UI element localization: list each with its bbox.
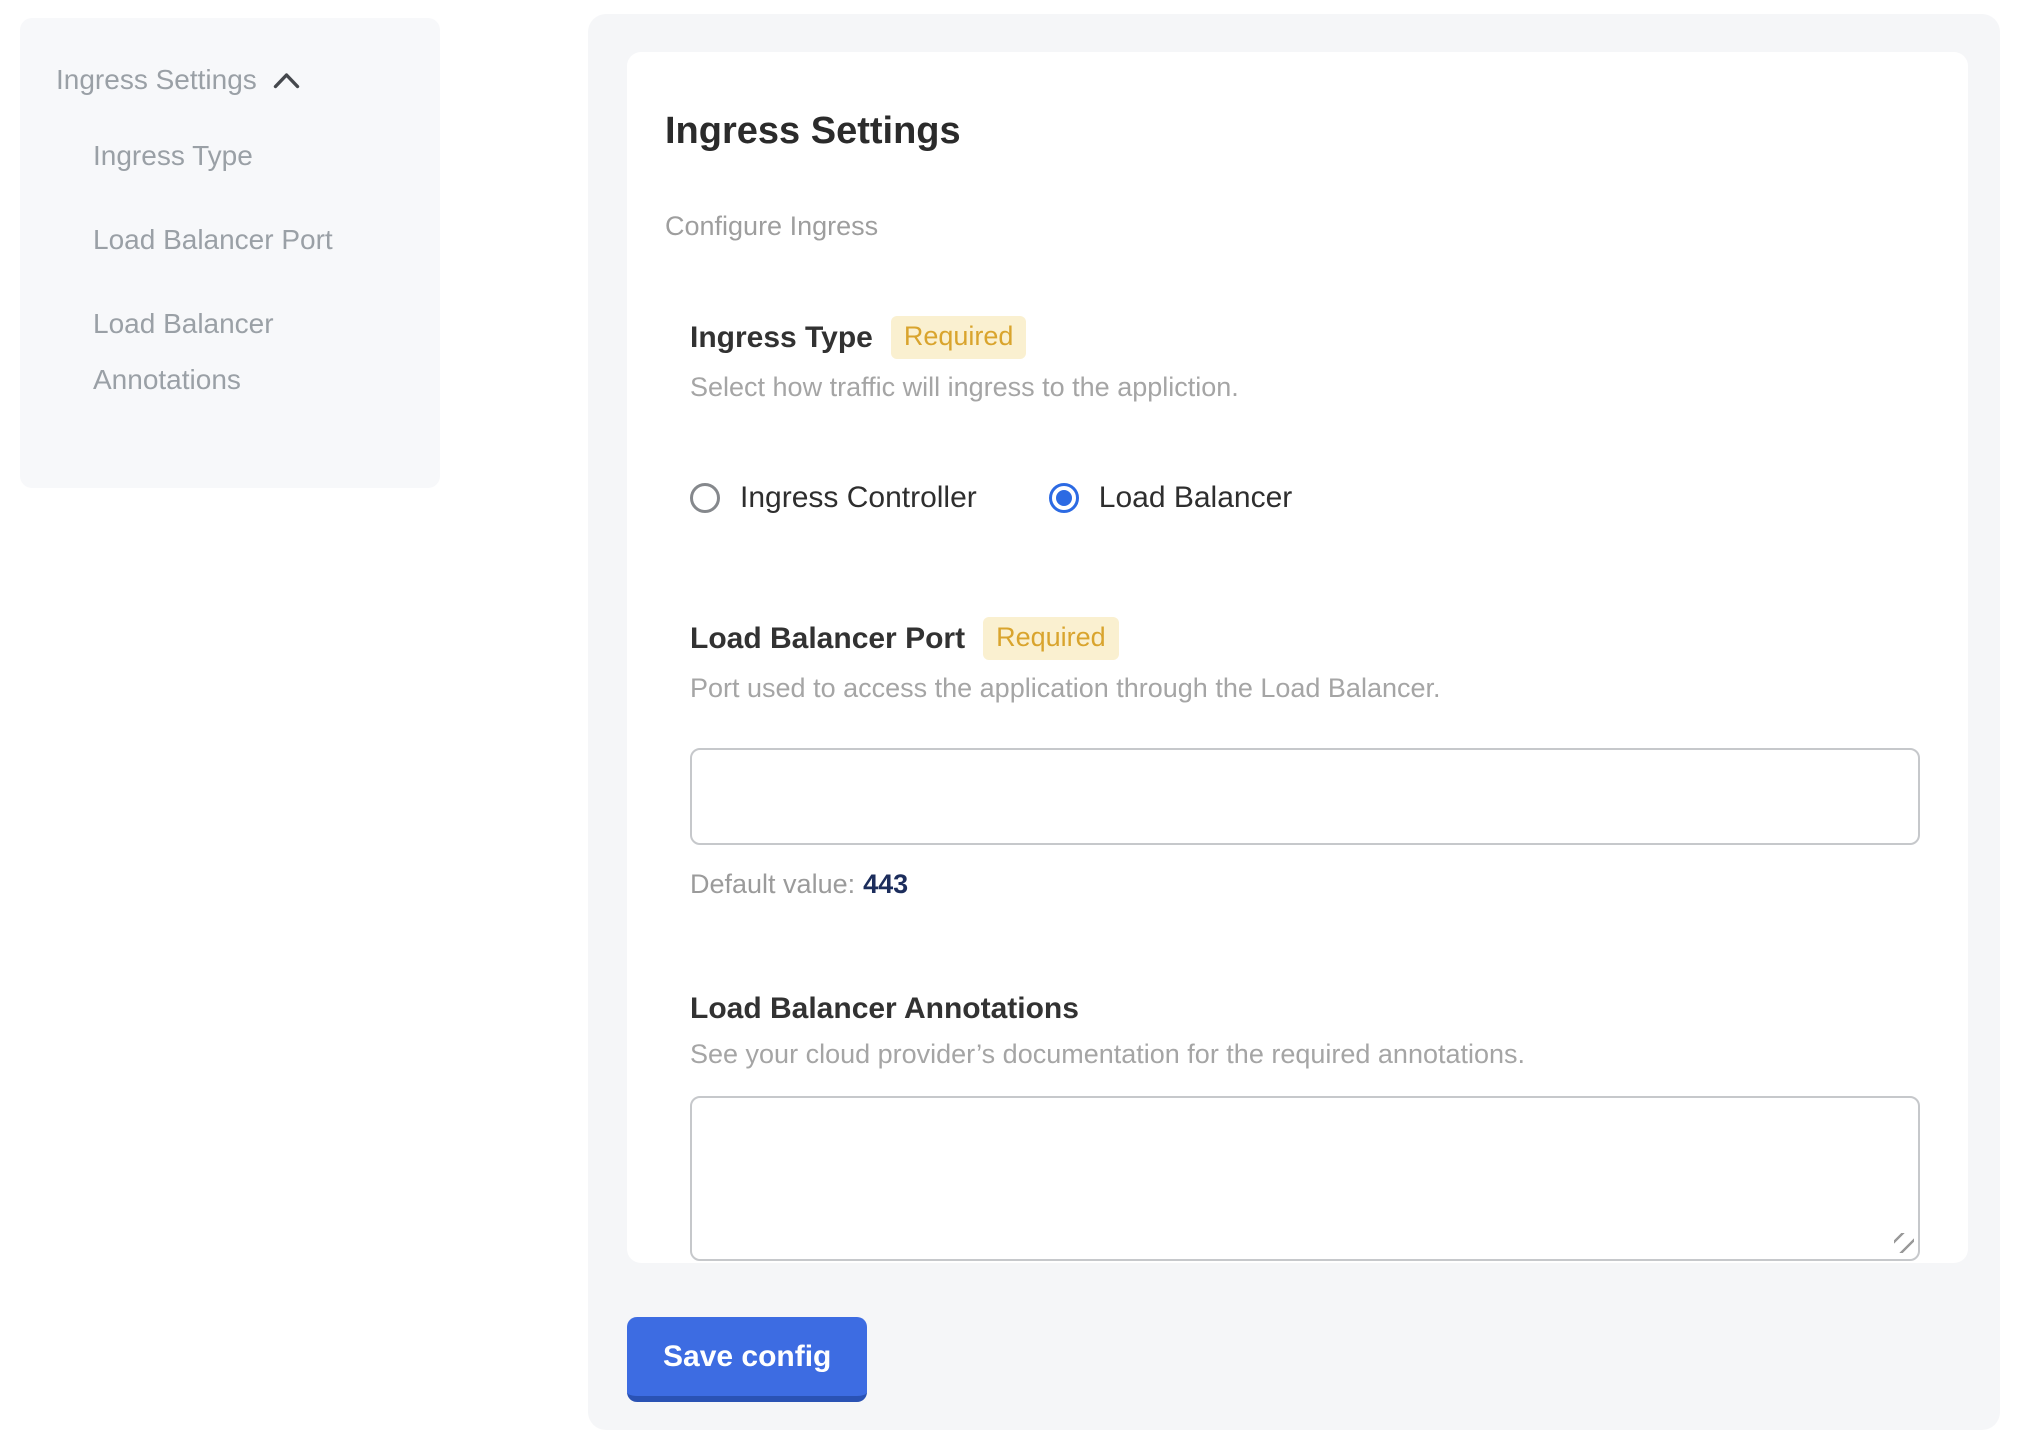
radio-button-icon[interactable] bbox=[690, 483, 720, 513]
radio-button-icon[interactable] bbox=[1049, 483, 1079, 513]
lb-port-heading-row: Load Balancer Port Required bbox=[690, 617, 1920, 660]
lb-annotations-description: See your cloud provider’s documentation … bbox=[690, 1039, 1920, 1070]
lb-annotations-textarea-wrap bbox=[690, 1096, 1920, 1261]
ingress-type-description: Select how traffic will ingress to the a… bbox=[690, 372, 1920, 403]
page-subtitle: Configure Ingress bbox=[665, 211, 1920, 242]
lb-annotations-label: Load Balancer Annotations bbox=[690, 992, 1079, 1026]
sidebar-item-list: Ingress Type Load Balancer Port Load Bal… bbox=[93, 128, 412, 408]
section-load-balancer-port: Load Balancer Port Required Port used to… bbox=[690, 617, 1920, 900]
section-load-balancer-annotations: Load Balancer Annotations See your cloud… bbox=[690, 992, 1920, 1261]
required-badge: Required bbox=[891, 316, 1027, 359]
sidebar-group-label: Ingress Settings bbox=[56, 64, 257, 96]
config-panel: Ingress Settings Configure Ingress Ingre… bbox=[588, 14, 2000, 1430]
ingress-settings-card: Ingress Settings Configure Ingress Ingre… bbox=[627, 52, 1968, 1263]
lb-annotations-textarea[interactable] bbox=[690, 1096, 1920, 1261]
radio-option-load-balancer[interactable]: Load Balancer bbox=[1049, 481, 1292, 515]
required-badge: Required bbox=[983, 617, 1119, 660]
radio-label-load-balancer: Load Balancer bbox=[1099, 481, 1292, 515]
chevron-up-icon bbox=[273, 64, 300, 96]
lb-port-input[interactable] bbox=[690, 748, 1920, 845]
save-config-button[interactable]: Save config bbox=[627, 1317, 867, 1402]
config-nav-sidebar: Ingress Settings Ingress Type Load Balan… bbox=[20, 18, 440, 488]
page-title: Ingress Settings bbox=[665, 110, 1920, 153]
lb-port-description: Port used to access the application thro… bbox=[690, 673, 1920, 704]
section-ingress-type: Ingress Type Required Select how traffic… bbox=[690, 316, 1920, 515]
radio-dot bbox=[1056, 490, 1072, 506]
settings-sections: Ingress Type Required Select how traffic… bbox=[690, 316, 1920, 1261]
ingress-type-heading-row: Ingress Type Required bbox=[690, 316, 1920, 359]
ingress-type-label: Ingress Type bbox=[690, 321, 873, 355]
sidebar-item-ingress-type[interactable]: Ingress Type bbox=[93, 128, 412, 184]
ingress-type-radio-group: Ingress Controller Load Balancer bbox=[690, 481, 1920, 515]
default-value-label: Default value: bbox=[690, 869, 855, 899]
lb-port-default-line: Default value: 443 bbox=[690, 869, 1920, 900]
lb-annotations-heading-row: Load Balancer Annotations bbox=[690, 992, 1920, 1026]
resize-handle-icon[interactable] bbox=[1894, 1233, 1914, 1253]
radio-label-ingress-controller: Ingress Controller bbox=[740, 481, 977, 515]
radio-option-ingress-controller[interactable]: Ingress Controller bbox=[690, 481, 977, 515]
default-value: 443 bbox=[863, 869, 908, 899]
sidebar-item-load-balancer-port[interactable]: Load Balancer Port bbox=[93, 212, 412, 268]
sidebar-item-load-balancer-annotations[interactable]: Load Balancer Annotations bbox=[93, 296, 412, 408]
sidebar-group-ingress-settings[interactable]: Ingress Settings bbox=[56, 64, 412, 96]
lb-port-label: Load Balancer Port bbox=[690, 622, 965, 656]
